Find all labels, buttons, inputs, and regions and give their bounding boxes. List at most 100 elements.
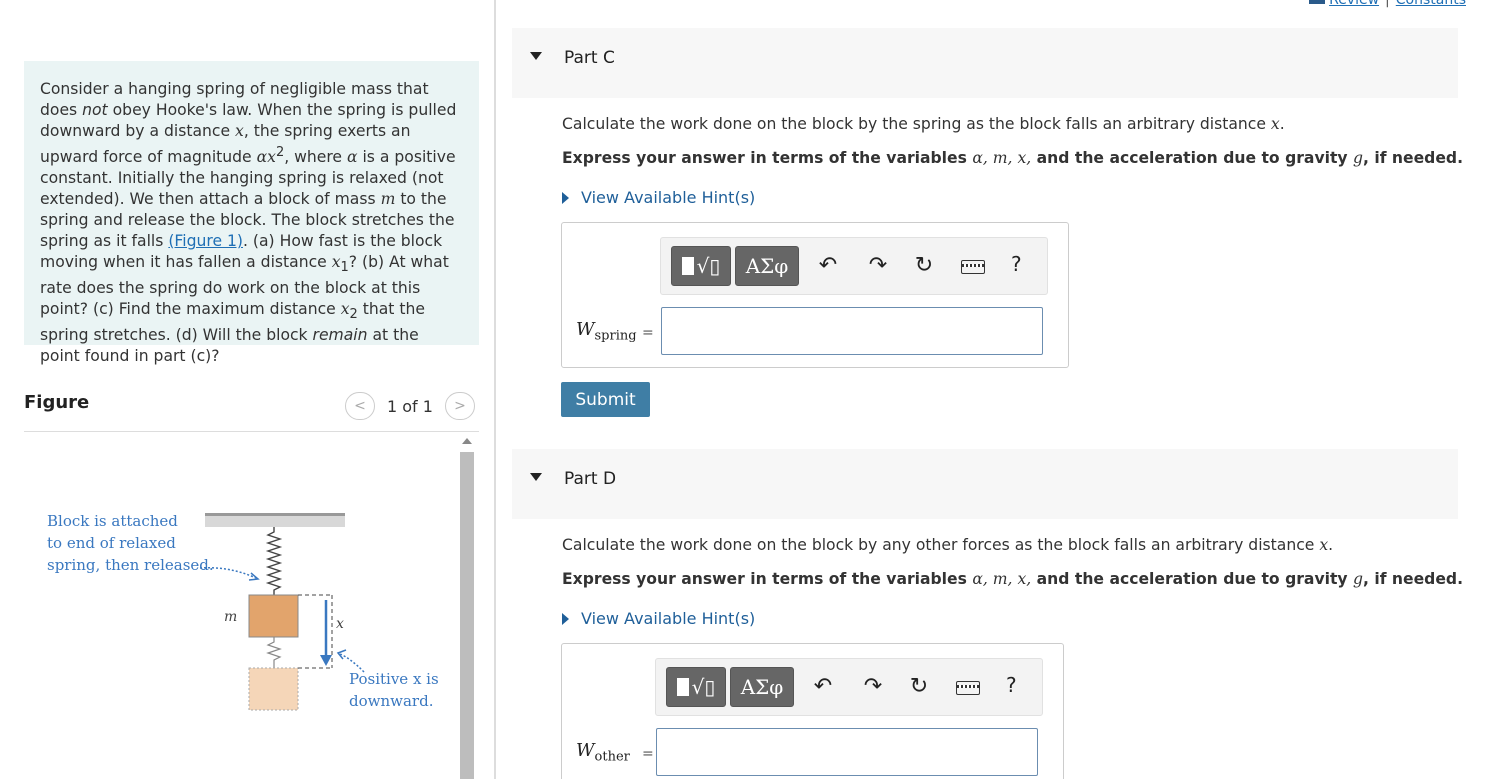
answer-input-w-other[interactable] [656,728,1038,776]
templates-button[interactable]: √▯ [671,246,731,286]
hint-label: View Available Hint(s) [581,609,756,628]
answer-input-w-spring[interactable] [661,307,1043,355]
help-icon[interactable]: ? [1006,673,1017,697]
label-main: W [576,319,595,340]
radical-icon: √▯ [696,254,721,278]
part-d-hint-link[interactable]: View Available Hint(s) [562,609,755,628]
caption-arrowhead [248,572,260,581]
part-d-question: Calculate the work done on the block by … [562,536,1333,554]
radical-icon: √▯ [691,675,716,699]
reset-icon[interactable]: ↻ [906,673,932,701]
scroll-up-icon[interactable] [462,438,472,444]
caption-line-2: to end of relaxed [47,534,176,552]
problem-text: not [82,101,108,119]
question-text: Calculate the work done on the block by … [562,536,1320,554]
positive-line-2: downward. [349,692,433,710]
x-arrowhead [320,655,332,666]
redo-icon[interactable]: ↷ [860,673,886,701]
part-d-answer-box: √▯ ΑΣφ ↶ ↷ ↻ ? Wother = [561,643,1064,779]
caption-line-3: spring, then released. [47,556,214,574]
top-links: Review | Constants [1309,0,1466,8]
equals-sign: = [642,325,654,341]
submit-button[interactable]: Submit [561,382,650,417]
figure-link[interactable]: (Figure 1) [168,232,243,250]
instruction-vars: α, m, x, [972,149,1032,167]
part-c-answer-box: √▯ ΑΣφ ↶ ↷ ↻ ? Wspring = [561,222,1069,368]
mass-label: m [224,609,237,625]
instruction-text: Express your answer in terms of the vari… [562,570,973,588]
var-x1: x [331,253,341,272]
figure-nav: < 1 of 1 > [345,392,475,420]
undo-icon[interactable]: ↶ [810,673,836,701]
var-x: x [1270,115,1280,133]
instruction-var-g: g [1353,149,1363,167]
part-c-instruction: Express your answer in terms of the vari… [562,149,1463,167]
problem-text: remain [312,326,368,345]
spring [265,527,283,595]
part-title: Part D [564,469,617,489]
exponent: 2 [275,145,285,160]
part-c-hint-link[interactable]: View Available Hint(s) [562,188,755,207]
symbols-button[interactable]: ΑΣφ [735,246,799,286]
part-title: Part C [564,48,615,68]
var-alpha-x: αx [256,148,276,167]
redo-icon[interactable]: ↷ [865,252,891,280]
keyboard-icon[interactable] [961,260,985,274]
caret-right-icon [562,612,569,625]
figure-count: 1 of 1 [387,396,433,416]
label-sub: spring [594,328,637,344]
positive-line-1: Positive x is [349,670,439,688]
instruction-text: and the acceleration due to gravity [1031,149,1354,167]
symbols-button[interactable]: ΑΣφ [730,667,794,707]
link-separator: | [1385,0,1390,8]
figure-image: Block is attached to end of relaxed spri… [24,440,456,779]
label-sub: other [594,749,630,765]
figure-scrollbar[interactable] [458,434,476,779]
collapse-triangle-icon[interactable] [530,473,542,481]
undo-icon[interactable]: ↶ [815,252,841,280]
question-end: . [1328,536,1334,554]
figure-next-button[interactable]: > [444,392,475,420]
instruction-var-g: g [1353,570,1363,588]
figure-prev-button[interactable]: < [345,392,375,420]
figure-title: Figure [24,392,90,413]
keyboard-icon[interactable] [956,681,980,695]
instruction-text: and the acceleration due to gravity [1031,570,1354,588]
help-icon[interactable]: ? [1011,252,1022,276]
caret-right-icon [562,191,569,204]
question-text: Calculate the work done on the block by … [562,115,1271,133]
instruction-text: , if needed. [1363,149,1463,167]
ceiling [205,515,345,527]
constants-link[interactable]: Constants [1396,0,1466,8]
caption-line-1: Block is attached [47,512,178,530]
panel-divider [494,0,496,779]
box-icon [676,678,689,696]
part-c-question: Calculate the work done on the block by … [562,115,1285,133]
label-main: W [576,740,595,761]
equals-sign: = [642,746,654,762]
review-link[interactable]: Review [1329,0,1379,8]
spring-diagram: Block is attached to end of relaxed spri… [47,512,439,711]
reset-icon[interactable]: ↻ [911,252,937,280]
var-x: x [235,122,244,140]
var-x: x [1319,536,1329,554]
instruction-vars: α, m, x, [972,570,1032,588]
ceiling-edge [205,513,345,516]
subscript: 1 [340,260,349,276]
scroll-thumb[interactable] [460,452,474,779]
templates-button[interactable]: √▯ [666,667,726,707]
x-label: x [336,616,344,632]
box-icon [681,257,694,275]
answer-label: Wspring [576,319,637,344]
block-ghost [248,667,299,711]
part-d-instruction: Express your answer in terms of the vari… [562,570,1463,588]
part-d-header[interactable]: Part D [512,449,1458,519]
math-toolbar: √▯ ΑΣφ ↶ ↷ ↻ ? [660,237,1048,295]
chevron-right-icon: > [454,398,466,414]
collapse-triangle-icon[interactable] [530,52,542,60]
subscript: 2 [349,307,358,323]
problem-text: , where [284,148,347,167]
question-end: . [1279,115,1285,133]
part-c-header[interactable]: Part C [512,28,1458,98]
answer-label: Wother [576,740,630,765]
